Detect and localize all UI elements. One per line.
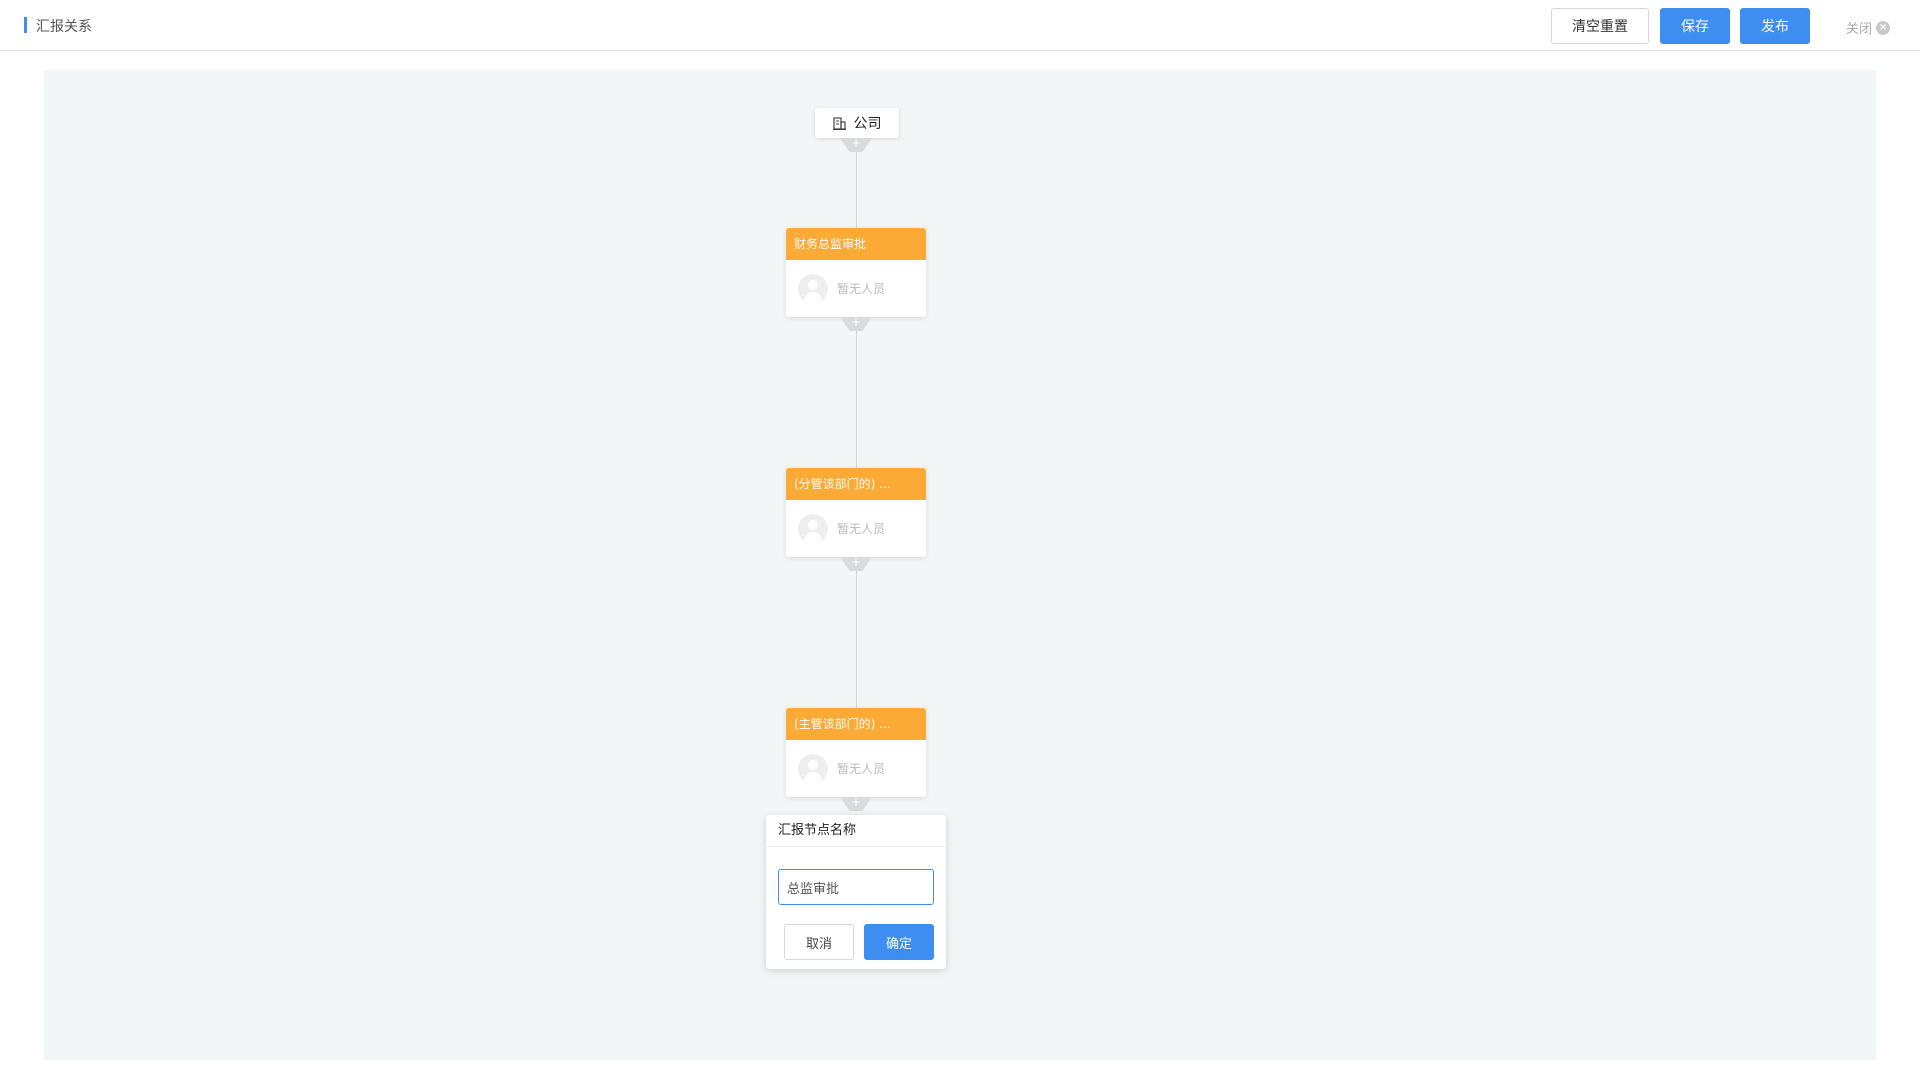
root-node-label: 公司 bbox=[853, 116, 882, 132]
close-label: 关闭 bbox=[1846, 22, 1873, 37]
node-body: 暂无人员 bbox=[786, 260, 926, 317]
approval-node[interactable]: 财务总监审批 暂无人员 bbox=[786, 228, 926, 317]
building-icon bbox=[832, 116, 846, 130]
clear-reset-button[interactable]: 清空重置 bbox=[1551, 8, 1649, 44]
publish-button[interactable]: 发布 bbox=[1740, 8, 1810, 44]
flow-canvas bbox=[44, 70, 1876, 1060]
node-assignee: 暂无人员 bbox=[837, 762, 886, 776]
node-title: (主管该部门的) ... bbox=[786, 708, 926, 740]
node-body: 暂无人员 bbox=[786, 740, 926, 797]
popover-title: 汇报节点名称 bbox=[766, 815, 946, 847]
node-assignee: 暂无人员 bbox=[837, 282, 886, 296]
avatar-icon bbox=[798, 513, 828, 544]
avatar-icon bbox=[798, 273, 828, 304]
node-assignee: 暂无人员 bbox=[837, 522, 886, 536]
save-button[interactable]: 保存 bbox=[1660, 8, 1730, 44]
node-name-popover: 汇报节点名称 取消 确定 bbox=[766, 815, 946, 969]
top-bar: 汇报关系 清空重置 保存 发布 关闭 × bbox=[0, 0, 1920, 51]
root-node-company[interactable]: 公司 bbox=[815, 108, 899, 138]
connector-line bbox=[856, 570, 857, 708]
node-title: (分管该部门的) ... bbox=[786, 468, 926, 500]
close-icon: × bbox=[1876, 20, 1891, 35]
page-title: 汇报关系 bbox=[36, 19, 92, 35]
connector-line bbox=[856, 152, 857, 228]
node-body: 暂无人员 bbox=[786, 500, 926, 557]
node-title: 财务总监审批 bbox=[786, 228, 926, 260]
approval-node[interactable]: (分管该部门的) ... 暂无人员 bbox=[786, 468, 926, 557]
cancel-button[interactable]: 取消 bbox=[784, 924, 854, 960]
connector-line bbox=[856, 330, 857, 468]
confirm-button[interactable]: 确定 bbox=[864, 924, 934, 960]
title-accent-bar bbox=[24, 17, 27, 33]
node-name-input[interactable] bbox=[778, 869, 934, 905]
close-button[interactable]: 关闭 × bbox=[1846, 18, 1891, 37]
avatar-icon bbox=[798, 753, 828, 784]
approval-node[interactable]: (主管该部门的) ... 暂无人员 bbox=[786, 708, 926, 797]
